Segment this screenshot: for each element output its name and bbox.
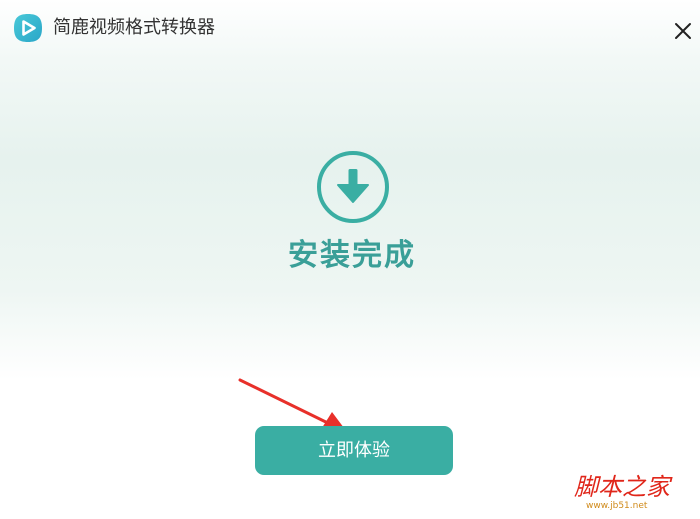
title-bar: 简鹿视频格式转换器 — [0, 0, 700, 54]
install-status-text: 安装完成 — [288, 238, 416, 273]
watermark: 脚本之家 www.jb51.net — [572, 472, 696, 516]
try-now-button[interactable]: 立即体验 — [255, 426, 453, 475]
play-logo-icon — [14, 14, 42, 42]
app-title: 简鹿视频格式转换器 — [53, 17, 215, 38]
watermark-main: 脚本之家 — [574, 473, 670, 501]
close-icon[interactable] — [672, 20, 694, 42]
watermark-sub: www.jb51.net — [586, 501, 648, 511]
installer-window: 简鹿视频格式转换器 安装完成 立即体验 脚本之家 www.jb51.net — [0, 0, 700, 519]
download-arrow-icon — [317, 151, 389, 223]
